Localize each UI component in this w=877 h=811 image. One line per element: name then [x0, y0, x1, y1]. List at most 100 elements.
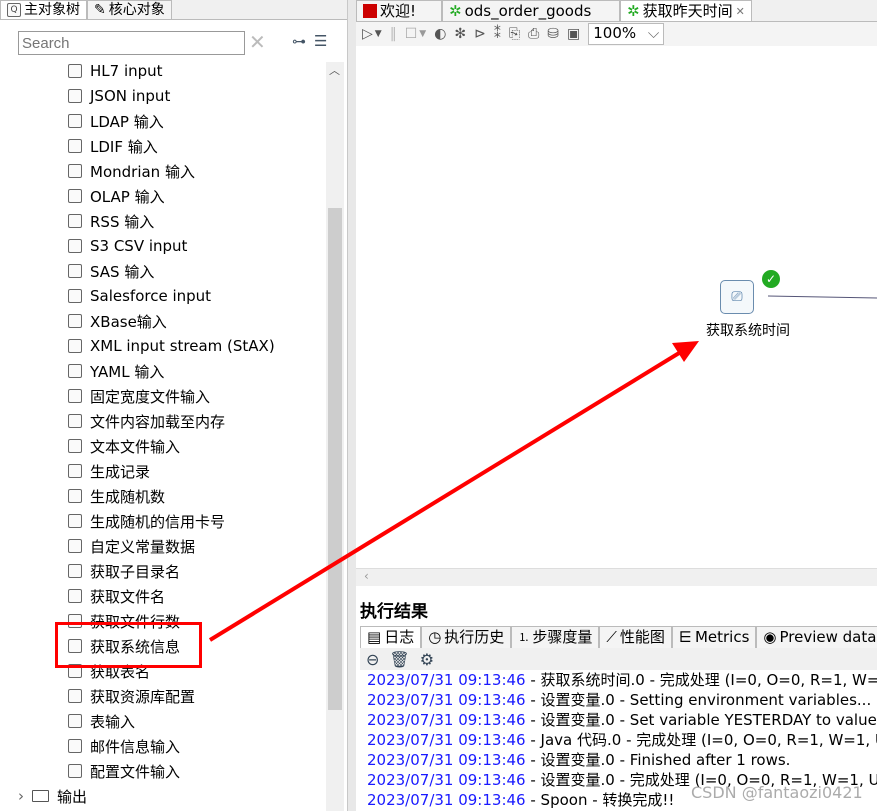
- log-message: - 获取系统时间.0 - 完成处理 (I=0, O=0, R=1, W=1, U: [525, 671, 877, 689]
- tree-item[interactable]: 固定宽度文件输入: [68, 385, 210, 407]
- tree-item[interactable]: YAML 输入: [68, 360, 164, 382]
- log-icon: ▤: [367, 628, 382, 646]
- tree-item[interactable]: 表输入: [68, 710, 135, 732]
- tab-main-object-tree[interactable]: Q 主对象树: [0, 0, 87, 19]
- step-icon: [68, 589, 82, 603]
- tree-item[interactable]: 生成记录: [68, 460, 150, 482]
- sql-icon[interactable]: ⎙: [528, 26, 539, 42]
- list-icon[interactable]: ☰: [314, 32, 327, 50]
- folder-output[interactable]: › 输出: [18, 785, 87, 807]
- tree-item[interactable]: S3 CSV input: [68, 235, 187, 257]
- tree-item[interactable]: 配置文件输入: [68, 760, 180, 782]
- log-timestamp: 2023/07/31 09:13:46: [367, 791, 526, 809]
- tab-get-yesterday[interactable]: ✲ 获取昨天时间 ✕: [620, 0, 752, 21]
- tree-item[interactable]: 自定义常量数据: [68, 535, 195, 557]
- tree-item[interactable]: LDAP 输入: [68, 110, 164, 132]
- run-icon[interactable]: ▷: [362, 26, 373, 42]
- close-tab-icon[interactable]: ✕: [736, 1, 745, 22]
- folder-icon: [32, 790, 49, 802]
- grid-icon[interactable]: ▣: [567, 26, 580, 42]
- search-input[interactable]: [18, 31, 245, 55]
- tree-scrollbar-thumb[interactable]: [328, 208, 342, 710]
- scroll-left-icon[interactable]: ‹: [364, 569, 369, 583]
- explore-db-icon[interactable]: ⛁: [547, 26, 559, 42]
- tab-welcome[interactable]: 欢迎!: [356, 0, 442, 21]
- step-icon: [68, 64, 82, 78]
- canvas-svg: [767, 295, 877, 299]
- log-timestamp: 2023/07/31 09:13:46: [367, 731, 526, 749]
- step-get-system-info[interactable]: ⎚: [720, 280, 754, 314]
- stop-log-icon[interactable]: ⊖: [366, 650, 379, 669]
- tab-history[interactable]: ◷ 执行历史: [421, 626, 512, 648]
- settings-icon[interactable]: ⚙: [420, 650, 434, 669]
- tree-item[interactable]: RSS 输入: [68, 210, 154, 232]
- log-line: 2023/07/31 09:13:46 - Java 代码.0 - 完成处理 (…: [360, 730, 877, 750]
- tree-item[interactable]: 获取子目录名: [68, 560, 180, 582]
- replay-icon[interactable]: ⊳: [474, 26, 486, 42]
- watermark: CSDN @fantaozi0421: [691, 783, 863, 802]
- left-panel: Q主对象树 ✎核心对象 ✕ ⊶ ☰ HL7 input JSON input LDA…: [0, 0, 348, 811]
- tab-core-objects[interactable]: ✎ 核心对象: [87, 0, 172, 19]
- log-message: - 设置变量.0 - Setting environment variables…: [525, 691, 872, 709]
- verify-icon[interactable]: ⁑: [494, 26, 501, 42]
- tree-item[interactable]: XML input stream (StAX): [68, 335, 275, 357]
- impact-icon[interactable]: ⎘: [509, 26, 520, 42]
- hierarchy-icon[interactable]: ⊶: [292, 34, 306, 50]
- tab-log[interactable]: ▤ 日志: [360, 626, 422, 648]
- tree-item[interactable]: JSON input: [68, 85, 170, 107]
- clear-icon[interactable]: ✕: [249, 30, 266, 54]
- tree-item[interactable]: 获取文件名: [68, 585, 165, 607]
- step-icon: [68, 764, 82, 778]
- tree-item[interactable]: OLAP 输入: [68, 185, 165, 207]
- log-message: - Spoon - 转换完成!!: [525, 791, 675, 809]
- zoom-select[interactable]: 100% ⌵: [588, 23, 665, 45]
- step-icon: [68, 339, 82, 353]
- tab-performance[interactable]: ⟋ 性能图: [599, 626, 672, 648]
- tree-item[interactable]: 生成随机的信用卡号: [68, 510, 225, 532]
- dropdown-icon[interactable]: ▼: [419, 29, 426, 39]
- pause-icon[interactable]: ‖: [390, 26, 397, 42]
- tree-item[interactable]: 获取资源库配置: [68, 685, 195, 707]
- chevron-down-icon: ⌵: [647, 24, 660, 42]
- dropdown-icon[interactable]: ▼: [375, 29, 382, 39]
- editor-area: 欢迎! ✲ ods_order_goods ✲ 获取昨天时间 ✕ ▷ ▼ ‖ ☐ ▼ ◐ …: [356, 0, 877, 811]
- tree-item[interactable]: 生成随机数: [68, 485, 165, 507]
- stop-icon[interactable]: ☐: [405, 26, 418, 42]
- tab-ods-order-goods[interactable]: ✲ ods_order_goods: [442, 0, 620, 21]
- tree-item[interactable]: Salesforce input: [68, 285, 211, 307]
- log-message: - 设置变量.0 - Set variable YESTERDAY to val…: [525, 711, 877, 729]
- tree-item[interactable]: HL7 input: [68, 60, 163, 82]
- editor-toolbar: ▷ ▼ ‖ ☐ ▼ ◐ ✻ ⊳ ⁑ ⎘ ⎙ ⛁ ▣ 100% ⌵: [356, 22, 877, 46]
- log-timestamp: 2023/07/31 09:13:46: [367, 771, 526, 789]
- chevron-right-icon: ›: [18, 787, 24, 805]
- transformation-canvas[interactable]: ⎚ ✓ 获取系统时间: [356, 46, 877, 568]
- tree-item[interactable]: 文件内容加载至内存: [68, 410, 225, 432]
- scroll-up-icon[interactable]: ︿: [329, 62, 340, 78]
- trash-icon[interactable]: 🗑: [389, 650, 409, 669]
- log-line: 2023/07/31 09:13:46 - 获取系统时间.0 - 完成处理 (I…: [360, 670, 877, 690]
- step-icon: [68, 114, 82, 128]
- step-icon: [68, 689, 82, 703]
- tree-item[interactable]: LDIF 输入: [68, 135, 158, 157]
- step-icon: [68, 714, 82, 728]
- debug-icon[interactable]: ✻: [454, 26, 466, 42]
- tree-item[interactable]: 邮件信息输入: [68, 735, 180, 757]
- pencil-icon: ✎: [94, 1, 106, 18]
- system-info-icon: ⎚: [731, 289, 743, 305]
- step-icon: [68, 139, 82, 153]
- welcome-icon: [363, 4, 377, 18]
- tab-preview-data[interactable]: ◉ Preview data: [756, 626, 877, 648]
- preview-icon[interactable]: ◐: [434, 26, 446, 42]
- editor-tabbar: 欢迎! ✲ ods_order_goods ✲ 获取昨天时间 ✕: [356, 0, 877, 22]
- step-icon: [68, 539, 82, 553]
- tab-metrics[interactable]: ⋿ Metrics: [671, 626, 757, 648]
- panel-divider[interactable]: [348, 0, 356, 811]
- canvas-hscrollbar[interactable]: ‹: [356, 568, 877, 586]
- tab-step-metrics[interactable]: ⒈ 步骤度量: [511, 626, 600, 648]
- log-timestamp: 2023/07/31 09:13:46: [367, 671, 526, 689]
- step-icon: [68, 464, 82, 478]
- tree-item[interactable]: XBase输入: [68, 310, 167, 332]
- tree-item[interactable]: 文本文件输入: [68, 435, 180, 457]
- tree-item[interactable]: SAS 输入: [68, 260, 154, 282]
- tree-item[interactable]: Mondrian 输入: [68, 160, 195, 182]
